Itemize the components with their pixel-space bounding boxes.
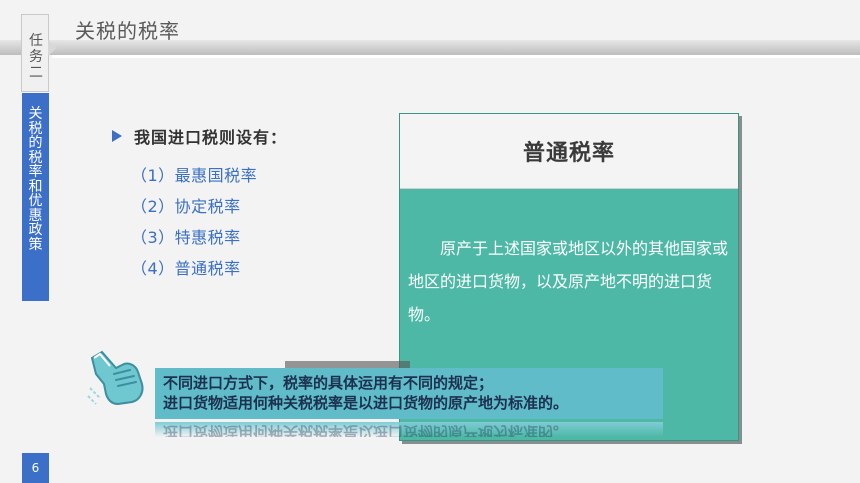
note-reflection-text: 进口货物适用何种关税税率是以进口货物的原产地为标准的。	[163, 423, 569, 437]
note-box: 不同进口方式下，税率的具体运用有不同的规定； 进口货物适用何种关税税率是以进口货…	[155, 368, 663, 419]
note-reflection: 进口货物适用何种关税税率是以进口货物的原产地为标准的。	[155, 422, 663, 437]
note-line-1: 不同进口方式下，税率的具体运用有不同的规定；	[163, 374, 494, 392]
arrow-bullet-icon	[112, 130, 122, 142]
task-label-text: 任务二	[29, 33, 43, 81]
page-number: 6	[22, 453, 49, 483]
pointing-hand-icon	[87, 350, 144, 406]
card-header: 普通税率	[400, 114, 738, 189]
task-tab: 任务二	[21, 14, 49, 92]
list-item: （1）最惠国税率	[131, 166, 258, 185]
card-body: 原产于上述国家或地区以外的其他国家或地区的进口货物，以及原产地不明的进口货物。	[408, 239, 729, 324]
list-item: （2）协定税率	[131, 197, 241, 216]
intro-text: 我国进口税则设有：	[134, 128, 288, 147]
section-sidebar: 关税的税率和优惠政策	[22, 93, 49, 301]
intro-bullet: 我国进口税则设有：	[112, 124, 287, 148]
task-label: 任务二	[22, 33, 50, 81]
task-tab-arrow-icon	[48, 40, 57, 56]
header-bar-highlight	[52, 55, 860, 58]
list-item: （3）特惠税率	[131, 228, 241, 247]
rate-list: （1）最惠国税率 （2）协定税率 （3）特惠税率 （4）普通税率	[131, 162, 257, 286]
page-title: 关税的税率	[75, 19, 180, 43]
section-title-text: 关税的税率和优惠政策	[28, 106, 43, 253]
note-line-2: 进口货物适用何种关税税率是以进口货物的原产地为标准的。	[163, 394, 569, 412]
section-title: 关税的税率和优惠政策	[22, 107, 49, 252]
card-title: 普通税率	[522, 141, 615, 166]
list-item: （4）普通税率	[131, 259, 241, 278]
